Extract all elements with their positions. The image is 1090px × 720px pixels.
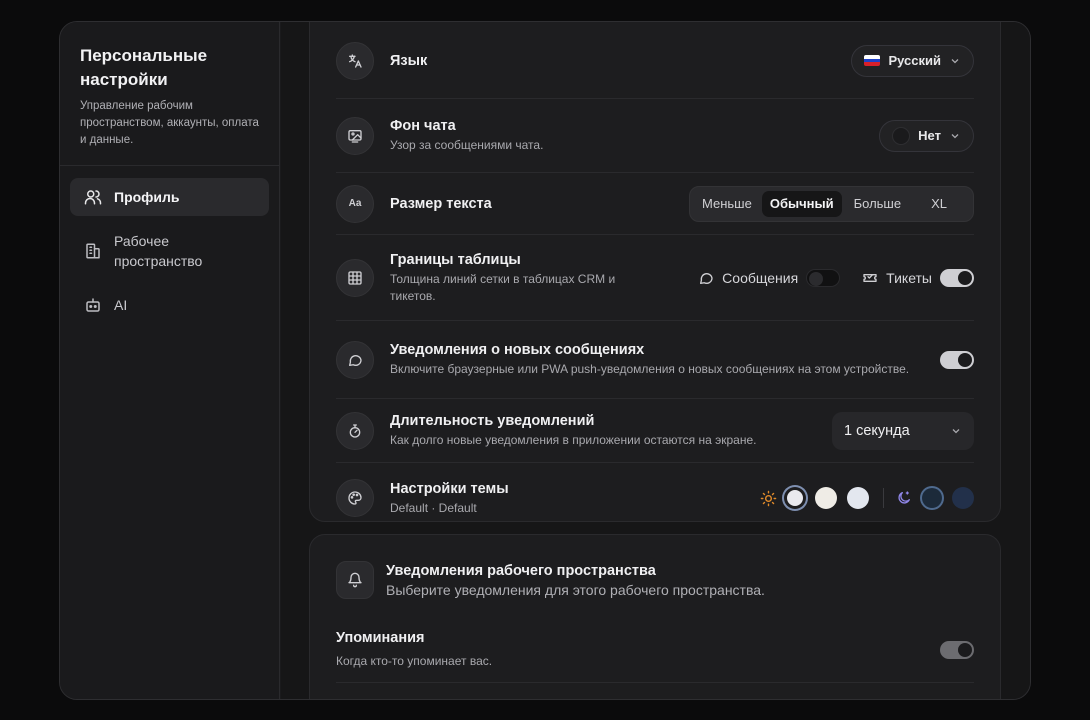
bell-icon <box>336 561 374 599</box>
section-subtitle: Выберите уведомления для этого рабочего … <box>386 581 765 598</box>
moon-icon <box>898 491 910 504</box>
notification-duration-value: 1 секунда <box>844 422 910 439</box>
setting-title: Упоминания <box>336 630 425 646</box>
setting-title: Язык <box>390 52 428 69</box>
chat-bubble-icon <box>336 340 374 379</box>
setting-title: Фон чата <box>390 118 456 134</box>
setting-row-table-borders: Границы таблицы Толщина линий сетки в та… <box>336 235 974 321</box>
light-theme-swatch-warm[interactable] <box>815 487 837 509</box>
messages-borders-option: Сообщения <box>698 268 841 287</box>
users-icon <box>84 190 102 205</box>
sun-icon <box>760 490 777 506</box>
setting-subtitle: Толщина линий сетки в таблицах CRM и тик… <box>390 271 616 303</box>
stopwatch-icon <box>336 411 374 450</box>
setting-title: Длительность уведомлений <box>390 413 595 429</box>
mentions-toggle[interactable] <box>940 640 974 659</box>
sidebar-item-profile[interactable]: Профиль <box>70 178 269 216</box>
settings-window: Персональные настройки Управление рабочи… <box>59 21 1031 700</box>
new-message-notifications-toggle[interactable] <box>940 350 974 369</box>
setting-title: Границы таблицы <box>390 251 521 268</box>
setting-subtitle: Включите браузерные или PWA push-уведомл… <box>390 362 910 376</box>
sidebar: Персональные настройки Управление рабочи… <box>60 22 280 699</box>
setting-row-mentions: Упоминания Когда кто-то упоминает вас. <box>336 617 974 683</box>
tickets-borders-option: Тикеты <box>862 268 974 287</box>
language-value: Русский <box>888 53 941 68</box>
building-icon <box>86 243 100 259</box>
chat-bubble-icon <box>700 272 713 284</box>
setting-subtitle: Default · Default <box>390 500 477 515</box>
setting-subtitle: Как долго новые уведомления в приложении… <box>390 433 757 447</box>
chat-background-value: Нет <box>918 128 941 143</box>
notification-duration-select[interactable]: 1 секунда <box>832 411 974 450</box>
dark-theme-swatch-navy[interactable] <box>952 487 974 509</box>
page-description: Управление рабочим пространством, аккаун… <box>80 100 259 146</box>
setting-subtitle: Когда кто-то упоминает вас. <box>336 654 493 668</box>
sidebar-item-label: Рабочее пространство <box>114 233 203 269</box>
text-size-segmented: Меньше Обычный Больше XL <box>689 185 974 222</box>
sidebar-nav: Профиль Рабочее пространство AI <box>60 166 279 342</box>
light-theme-swatch-default[interactable] <box>787 490 803 506</box>
text-size-smaller[interactable]: Меньше <box>694 191 760 217</box>
messages-label: Сообщения <box>722 269 799 286</box>
text-size-larger[interactable]: Больше <box>846 191 910 217</box>
chevron-down-icon <box>951 133 959 138</box>
language-select[interactable]: Русский <box>851 44 974 77</box>
setting-title: Размер текста <box>390 195 492 212</box>
translate-icon <box>336 41 374 80</box>
flag-russia-icon <box>864 55 881 66</box>
setting-row-theme: Настройки темы Default · Default <box>336 463 974 533</box>
main-content: Язык Русский Фон чата Узор за сообщениям… <box>281 22 1030 699</box>
theme-divider <box>883 488 884 508</box>
color-preview <box>892 126 911 145</box>
setting-row-new-message-notifications: Уведомления о новых сообщениях Включите … <box>336 321 974 399</box>
sidebar-header: Персональные настройки Управление рабочи… <box>60 22 279 166</box>
setting-row-language: Язык Русский <box>336 22 974 99</box>
section-title: Уведомления рабочего пространства <box>386 562 656 579</box>
bot-icon <box>86 298 100 312</box>
chat-background-select[interactable]: Нет <box>879 119 974 152</box>
ticket-icon <box>863 273 877 282</box>
text-size-xl[interactable]: XL <box>923 191 955 217</box>
profile-settings-card: Язык Русский Фон чата Узор за сообщениям… <box>309 22 1001 522</box>
page-title: Персональные настройки <box>80 46 208 89</box>
sidebar-item-workspace[interactable]: Рабочее пространство <box>70 222 269 280</box>
chevron-down-icon <box>951 58 959 63</box>
setting-row-chat-background: Фон чата Узор за сообщениями чата. Нет <box>336 99 974 173</box>
sidebar-item-label: Профиль <box>114 189 180 205</box>
workspace-notifications-header: Уведомления рабочего пространства Выбери… <box>336 561 765 599</box>
sidebar-item-ai[interactable]: AI <box>70 286 269 324</box>
table-icon <box>336 258 374 297</box>
setting-subtitle: Узор за сообщениями чата. <box>390 138 544 152</box>
dark-theme-swatch-default[interactable] <box>922 488 942 508</box>
tickets-borders-toggle[interactable] <box>940 268 974 287</box>
tickets-label: Тикеты <box>886 269 932 286</box>
text-size-normal[interactable]: Обычный <box>761 190 842 217</box>
setting-title: Уведомления о новых сообщениях <box>390 342 645 358</box>
image-icon <box>336 116 374 155</box>
chevron-down-icon <box>952 428 960 433</box>
setting-title: Настройки темы <box>390 480 509 497</box>
palette-icon <box>336 479 374 517</box>
messages-borders-toggle[interactable] <box>806 268 841 287</box>
light-theme-swatch-cool[interactable] <box>847 487 869 509</box>
setting-row-notification-duration: Длительность уведомлений Как долго новые… <box>336 399 974 463</box>
font-size-icon: Aa <box>336 184 374 223</box>
workspace-notifications-card: Уведомления рабочего пространства Выбери… <box>309 534 1001 699</box>
setting-row-text-size: Aa Размер текста Меньше Обычный Больше X… <box>336 173 974 235</box>
sidebar-item-label: AI <box>114 297 128 313</box>
